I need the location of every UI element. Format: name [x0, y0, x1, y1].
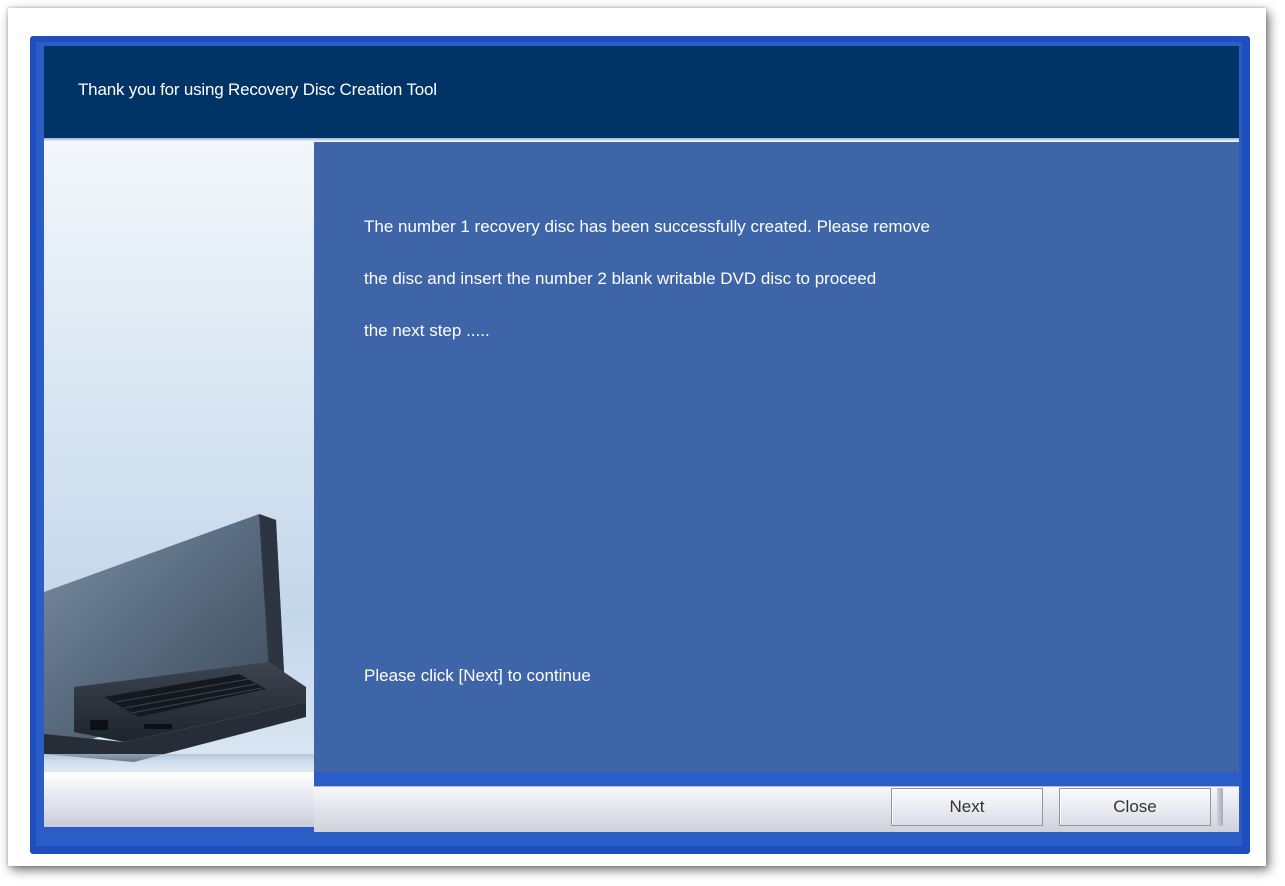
footer-left-panel: [44, 772, 314, 827]
button-bar-edge: [1217, 788, 1223, 826]
laptop-image: [44, 142, 314, 772]
instruction-text: Please click [Next] to continue: [364, 666, 591, 685]
message-line-1: The number 1 recovery disc has been succ…: [364, 217, 930, 236]
dialog-title: Thank you for using Recovery Disc Creati…: [78, 80, 437, 99]
message-line-3: the next step .....: [364, 321, 490, 340]
close-button[interactable]: Close: [1059, 788, 1211, 826]
dialog-footer: Next Close: [44, 772, 1239, 842]
message-panel: The number 1 recovery disc has been succ…: [314, 142, 1239, 772]
laptop-illustration: [44, 514, 314, 772]
message-line-2: the disc and insert the number 2 blank w…: [364, 269, 877, 288]
dialog-header: Thank you for using Recovery Disc Creati…: [44, 46, 1239, 138]
next-button[interactable]: Next: [891, 788, 1043, 826]
